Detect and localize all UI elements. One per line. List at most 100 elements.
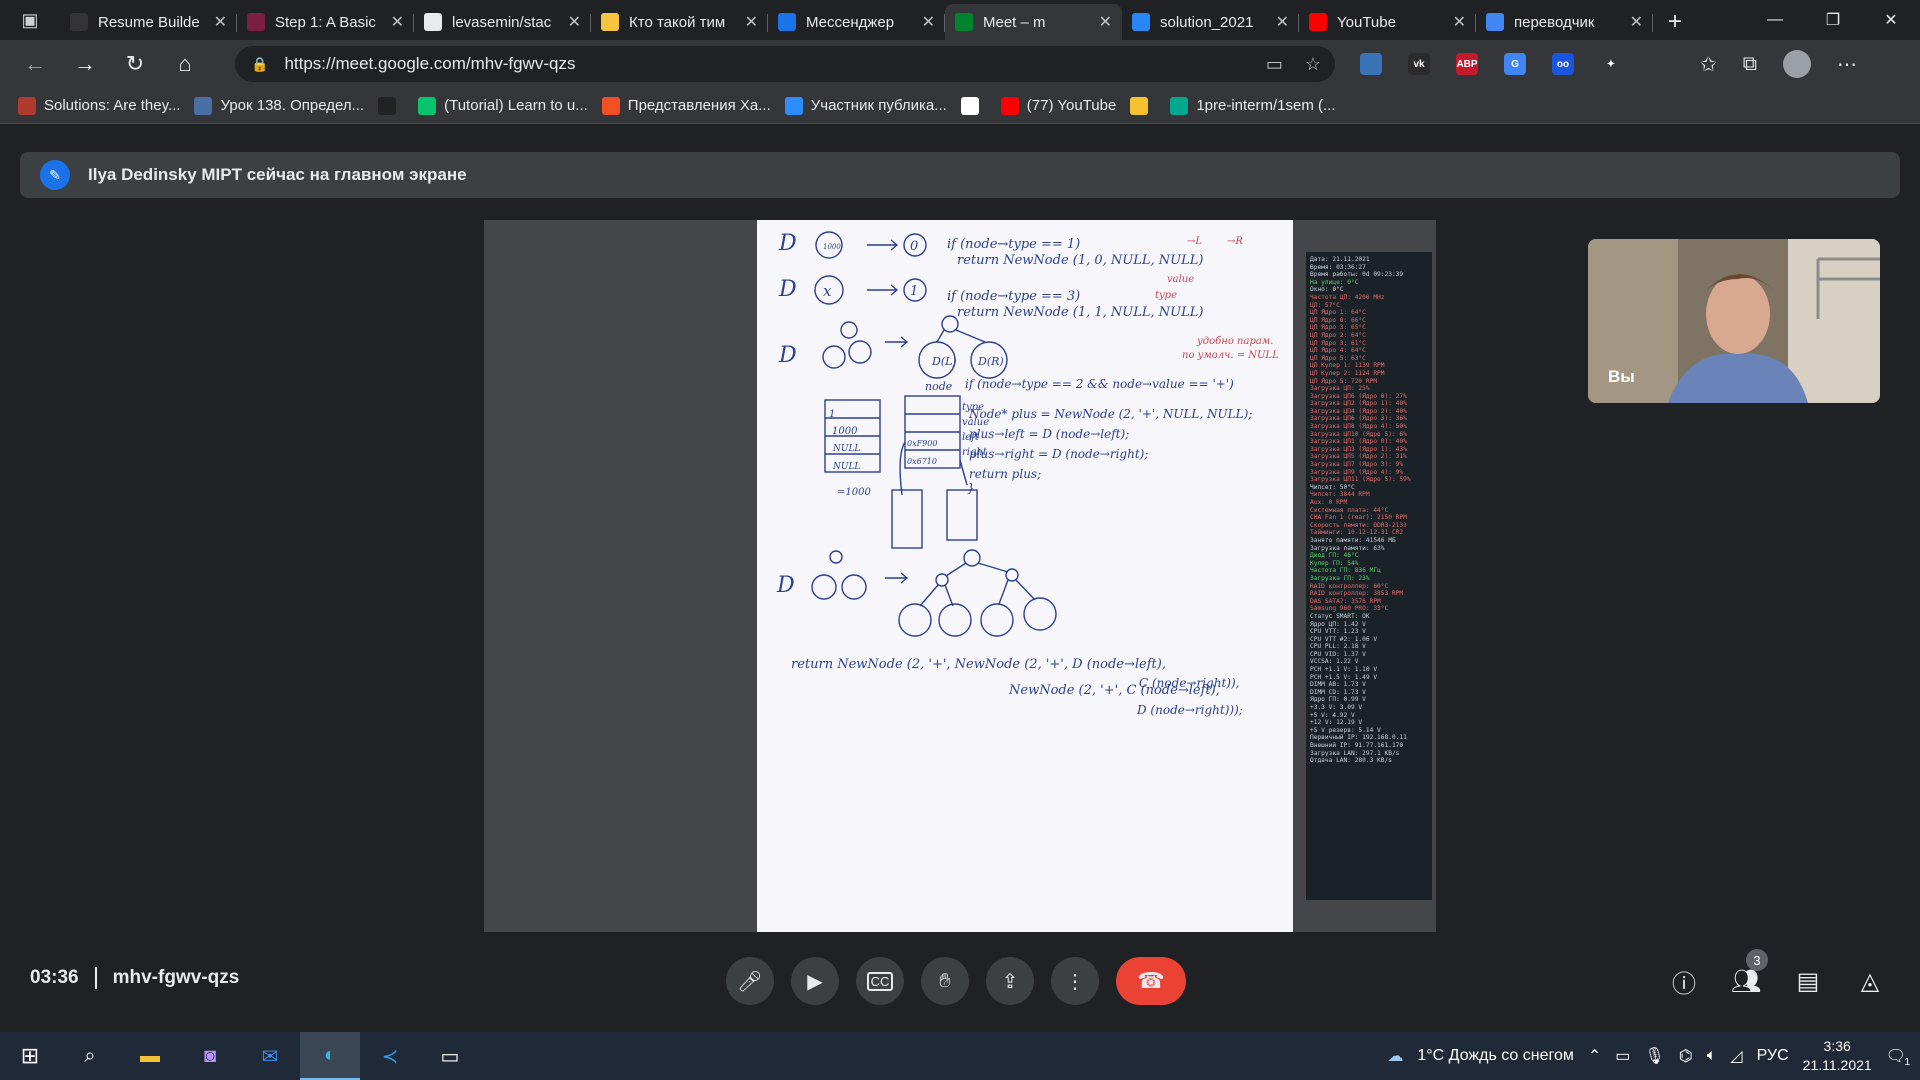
camera-button[interactable]: ▶ <box>791 957 839 1005</box>
lock-icon[interactable]: 🔒 <box>251 56 268 73</box>
start-windows-icon[interactable]: ⊞ <box>0 1032 60 1080</box>
terminal-icon[interactable]: ▭ <box>420 1032 480 1080</box>
bookmark-item[interactable]: Участник публика... <box>784 96 947 115</box>
browser-tab[interactable]: Meet – m ✕ <box>945 4 1122 40</box>
clock[interactable]: 3:36 21.11.2021 <box>1803 1037 1872 1075</box>
microphone-icon: 🎤︎ <box>737 970 763 993</box>
bookmark-item[interactable]: Урок 138. Определ... <box>194 96 364 115</box>
camera-in-use-icon[interactable]: ▭ <box>1266 54 1283 75</box>
reload-icon[interactable]: ↻ <box>110 40 160 88</box>
bookmark-item[interactable]: Представления Ха... <box>601 96 771 115</box>
end-call-button[interactable]: ☎ <box>1116 957 1186 1005</box>
close-tab-icon[interactable]: ✕ <box>1099 12 1112 32</box>
glasses-ext-icon[interactable]: oo <box>1552 53 1574 75</box>
bookmark-item[interactable]: Solutions: Are they... <box>18 96 180 115</box>
sysmon-row: DIMM AB: 1.73 V <box>1310 681 1366 689</box>
mail-icon[interactable]: ✉ <box>240 1032 300 1080</box>
network-icon[interactable]: ⌬ <box>1679 1046 1693 1066</box>
search-icon[interactable]: ⌕ <box>60 1032 120 1080</box>
close-tab-icon[interactable]: ✕ <box>922 12 935 32</box>
close-tab-icon[interactable]: ✕ <box>1453 12 1466 32</box>
yandex-zen-icon <box>601 13 619 31</box>
sysmon-row: Загрузка LAN: 297.1 KB/s <box>1310 749 1400 757</box>
bookmark-item[interactable] <box>960 96 987 115</box>
weather-icon[interactable]: ☁ <box>1387 1046 1403 1066</box>
browser-tab[interactable]: levasemin/stac ✕ <box>414 4 591 40</box>
sysmon-row: ЦП Кулер 1: 1139 RPM <box>1310 362 1385 370</box>
add-favorite-icon[interactable]: ☆ <box>1305 54 1321 75</box>
info-icon: ⓘ <box>1672 970 1696 998</box>
mic-tray-icon[interactable]: 🎙︎ <box>1644 1046 1664 1066</box>
vscode-icon[interactable]: ≺ <box>360 1032 420 1080</box>
svg-text:if (node→type == 1): if (node→type == 1) <box>947 237 1080 252</box>
minimize-icon[interactable]: — <box>1746 0 1804 40</box>
raise-hand-button[interactable]: ✋︎ <box>921 957 969 1005</box>
close-tab-icon[interactable]: ✕ <box>1630 12 1643 32</box>
close-window-icon[interactable]: ✕ <box>1862 0 1920 40</box>
close-tab-icon[interactable]: ✕ <box>214 12 227 32</box>
vk-ext-icon[interactable]: vk <box>1408 53 1430 75</box>
chat-button[interactable]: ▤ <box>1784 957 1832 1005</box>
browser-tab[interactable]: YouTube ✕ <box>1299 4 1476 40</box>
browser-tab[interactable]: Resume Builde ✕ <box>60 4 237 40</box>
camera-app-icon[interactable]: ◙ <box>180 1032 240 1080</box>
svg-text:node: node <box>925 380 953 393</box>
microphone-button[interactable]: 🎤︎ <box>726 957 774 1005</box>
bookmark-item[interactable]: 1pre-interm/1sem (... <box>1170 96 1336 115</box>
puzzle-ext-icon[interactable]: ✦ <box>1600 53 1622 75</box>
battery-icon[interactable]: ▭ <box>1615 1046 1630 1066</box>
activities-button[interactable]: ◬ <box>1846 957 1894 1005</box>
volume-icon[interactable]: 🔈︎ <box>1707 1047 1717 1065</box>
tab-actions-menu-icon[interactable]: ▣ <box>0 0 60 40</box>
home-icon[interactable]: ⌂ <box>160 40 210 88</box>
bookmark-favicon-icon <box>418 96 437 115</box>
tray-chevron-icon[interactable]: ⌃ <box>1588 1046 1601 1066</box>
sysmon-row: Системная плата: 44°C <box>1310 506 1389 514</box>
close-tab-icon[interactable]: ✕ <box>1276 12 1289 32</box>
browser-tab[interactable]: Кто такой тим ✕ <box>591 4 768 40</box>
notifications-icon[interactable]: 🗨︎ 1 <box>1886 1046 1910 1068</box>
browser-tab[interactable]: переводчик ✕ <box>1476 4 1653 40</box>
adblock-ext-icon[interactable]: ABP <box>1456 53 1478 75</box>
wifi-icon[interactable]: ◿ <box>1730 1046 1742 1066</box>
sysmon-row: Статус SMART: OK <box>1310 612 1370 620</box>
collections-icon[interactable]: ⧉ <box>1743 53 1757 76</box>
address-bar[interactable]: 🔒 https://meet.google.com/mhv-fgwv-qzs ▭… <box>235 46 1335 82</box>
svg-text:D: D <box>776 573 795 598</box>
sysmon-row: ЦП Ядро 3: 61°C <box>1310 339 1366 347</box>
sysmon-row: ЦП Кулер 2: 1124 RPM <box>1310 369 1385 377</box>
close-tab-icon[interactable]: ✕ <box>745 12 758 32</box>
language-indicator[interactable]: РУС <box>1757 1047 1789 1065</box>
favorites-icon[interactable]: ✩ <box>1700 52 1717 77</box>
svg-text:D (node→right)));: D (node→right))); <box>1136 703 1243 717</box>
present-screen-button[interactable]: ⇪ <box>986 957 1034 1005</box>
new-tab-button[interactable]: + <box>1653 4 1697 40</box>
browser-tab[interactable]: Step 1: A Basic ✕ <box>237 4 414 40</box>
browser-tab[interactable]: solution_2021 ✕ <box>1122 4 1299 40</box>
translate-ext-icon[interactable]: G <box>1504 53 1526 75</box>
file-explorer-icon[interactable]: ▬ <box>120 1032 180 1080</box>
back-icon[interactable]: ← <box>10 40 60 88</box>
url-text[interactable]: https://meet.google.com/mhv-fgwv-qzs <box>284 54 575 74</box>
self-video-tile[interactable]: Вы <box>1588 239 1880 403</box>
bookmark-item[interactable] <box>378 96 404 115</box>
bookmark-item[interactable]: (77) YouTube <box>1000 96 1116 115</box>
participants-button[interactable]: 👥︎ 3 <box>1722 949 1770 1005</box>
bookmark-item[interactable]: (Tutorial) Learn to u... <box>418 96 588 115</box>
bookmark-item[interactable] <box>1130 96 1156 115</box>
bookmark-favicon-icon <box>194 96 213 115</box>
meeting-details-button[interactable]: ⓘ <box>1660 957 1708 1005</box>
weather-text[interactable]: 1°C Дождь со снегом <box>1417 1047 1574 1065</box>
profile-avatar[interactable] <box>1783 50 1812 78</box>
browser-tab[interactable]: Мессенджер ✕ <box>768 4 945 40</box>
drive-ext-icon[interactable] <box>1360 53 1382 75</box>
settings-more-icon[interactable]: ⋯ <box>1837 52 1857 77</box>
forward-icon[interactable]: → <box>60 40 110 88</box>
captions-button[interactable]: CC <box>856 957 904 1005</box>
more-options-button[interactable]: ⋮ <box>1051 957 1099 1005</box>
restore-icon[interactable]: ❐ <box>1804 0 1862 40</box>
close-tab-icon[interactable]: ✕ <box>391 12 404 32</box>
edge-browser-icon[interactable]: ◐ <box>300 1032 360 1080</box>
tab-title: Мессенджер <box>806 13 895 31</box>
close-tab-icon[interactable]: ✕ <box>568 12 581 32</box>
